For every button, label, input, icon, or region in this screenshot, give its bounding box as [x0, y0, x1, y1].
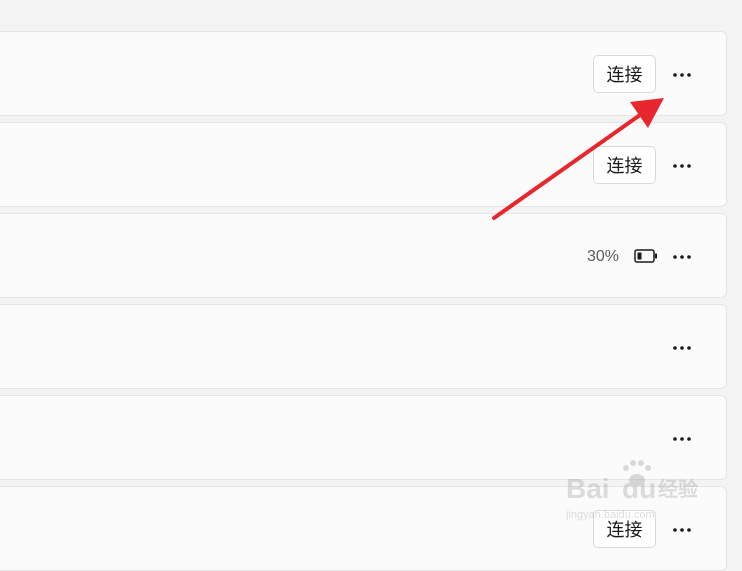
device-card[interactable]: 连接	[0, 31, 727, 116]
baidu-jingyan-watermark: Bai du 经验 jingyan.baidu.com	[565, 458, 706, 533]
more-options-icon[interactable]	[669, 245, 695, 269]
svg-text:Bai: Bai	[566, 473, 610, 504]
svg-text:jingyan.baidu.com: jingyan.baidu.com	[566, 509, 655, 521]
svg-text:经验: 经验	[658, 477, 698, 501]
connect-button[interactable]: 连接	[593, 55, 656, 93]
battery-icon	[634, 249, 658, 268]
device-card[interactable]: 30%	[0, 213, 727, 298]
battery-level: 30%	[587, 248, 620, 265]
connect-button[interactable]: 连接	[593, 146, 656, 184]
device-card[interactable]: 连接	[0, 122, 727, 207]
more-options-icon[interactable]	[669, 63, 695, 87]
device-card[interactable]	[0, 304, 727, 389]
more-options-icon[interactable]	[669, 427, 695, 451]
more-options-icon[interactable]	[669, 154, 695, 178]
more-options-icon[interactable]	[669, 336, 695, 360]
svg-text:du: du	[622, 473, 656, 504]
